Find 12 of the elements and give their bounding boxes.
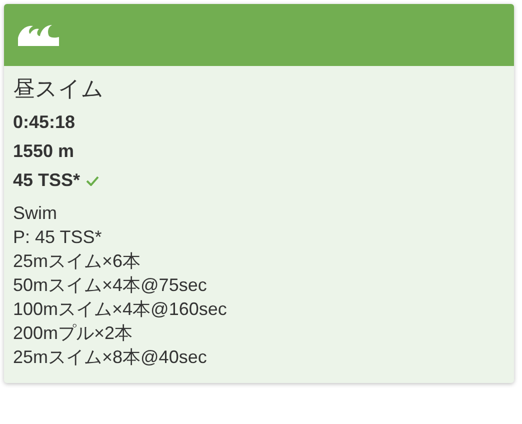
description-line: 25mスイム×8本@40sec — [13, 346, 208, 369]
description-line: P: 45 TSS* — [13, 226, 103, 249]
description-line: 50mスイム×4本@75sec — [13, 274, 208, 297]
wave-icon — [18, 24, 59, 46]
duration-text: 0:45:18 — [13, 111, 76, 134]
description-line: 200mプル×2本 — [13, 322, 134, 345]
description-line: Swim — [13, 202, 58, 225]
tss-text: 45 TSS* — [13, 169, 80, 192]
workout-title: 昼スイム — [13, 75, 105, 103]
description-line: 100mスイム×4本@160sec — [13, 298, 228, 321]
distance-text: 1550 m — [13, 140, 74, 163]
description-line: 25mスイム×6本 — [13, 250, 142, 273]
